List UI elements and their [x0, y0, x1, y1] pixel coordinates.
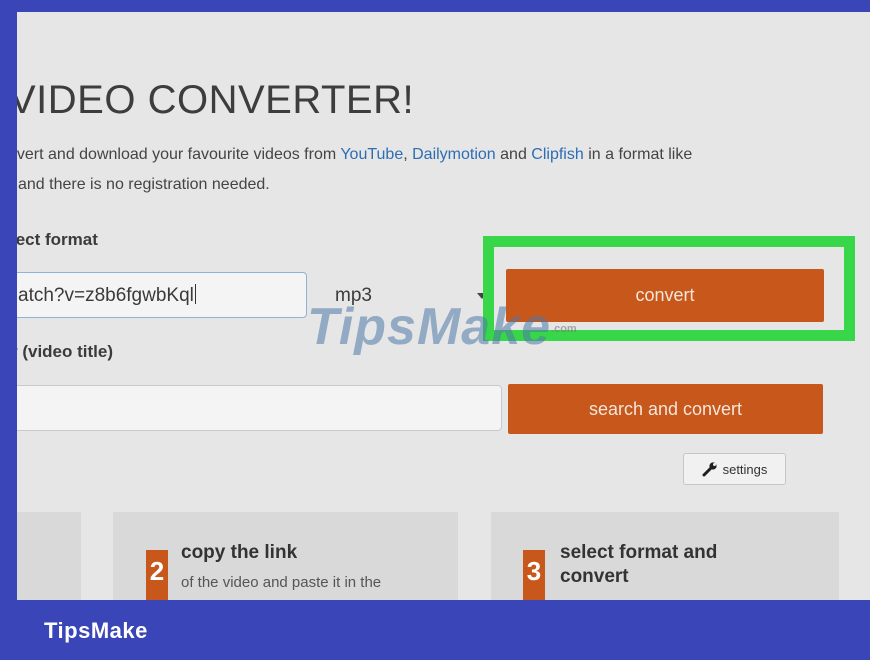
step-card-1 — [17, 512, 81, 600]
url-input-value: atch?v=z8b6fgwbKql — [18, 285, 194, 306]
page-title: VIDEO CONVERTER! — [17, 78, 415, 122]
intro-line-1: nvert and download your favourite videos… — [17, 140, 848, 170]
format-section-label: lect format — [17, 230, 98, 249]
text-caret — [194, 284, 196, 304]
watermark: TipsMake.com — [307, 297, 577, 357]
step-title: select format and convert — [560, 542, 718, 587]
video-url-input[interactable]: atch?v=z8b6fgwbKql — [17, 272, 307, 318]
clipfish-link[interactable]: Clipfish — [531, 146, 583, 163]
intro-separator: , — [403, 146, 413, 163]
watermark-suffix: .com — [551, 323, 577, 335]
step-description: of the video and paste it in the — [181, 574, 382, 591]
step-title: copy the link — [181, 542, 298, 563]
step-card-3: 3 select format and convert — [491, 512, 839, 600]
step-card-2: 2 copy the link of the video and paste i… — [113, 512, 458, 600]
footer-bar: TipsMake — [0, 600, 870, 660]
brand-logo: TipsMake — [44, 618, 148, 643]
step-number: 3 — [523, 550, 545, 600]
intro-line-2: and there is no registration needed. — [17, 170, 848, 200]
video-title-input[interactable] — [17, 385, 502, 431]
browser-viewport: VIDEO CONVERTER! nvert and download your… — [17, 12, 870, 600]
settings-button[interactable]: settings — [683, 453, 786, 485]
intro-text: nvert and download your favourite videos… — [17, 140, 848, 200]
youtube-link[interactable]: YouTube — [340, 146, 403, 163]
settings-label: settings — [722, 461, 768, 477]
step-number: 2 — [146, 550, 168, 600]
intro-suffix: in a format like — [583, 146, 693, 163]
watermark-text: TipsMake — [307, 298, 552, 356]
video-title-label: r (video title) — [17, 342, 114, 361]
search-and-convert-button[interactable]: search and convert — [508, 384, 823, 434]
intro-line-2-text: and there is no registration needed. — [18, 176, 270, 193]
intro-separator: and — [495, 146, 532, 163]
frame-border-top — [0, 0, 870, 12]
dailymotion-link[interactable]: Dailymotion — [412, 146, 496, 163]
frame-border-left — [0, 0, 17, 660]
intro-prefix: nvert and download your favourite videos… — [17, 146, 341, 163]
wrench-icon — [702, 462, 717, 477]
